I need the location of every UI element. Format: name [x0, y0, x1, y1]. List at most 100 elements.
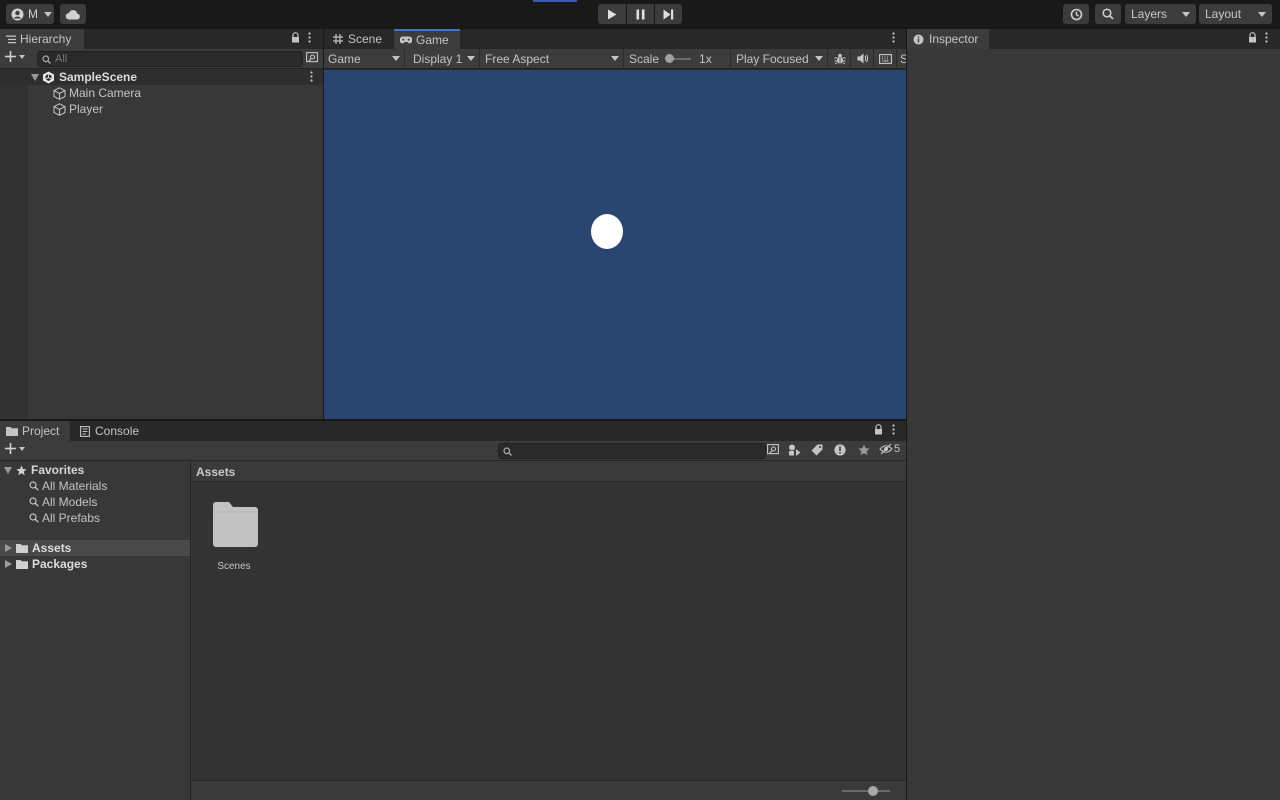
- aspect-dropdown[interactable]: Free Aspect: [481, 49, 624, 68]
- project-create-dropdown[interactable]: [5, 443, 25, 454]
- bug-icon: [834, 53, 846, 65]
- search-by-type-icon[interactable]: [788, 444, 801, 456]
- plus-icon: [5, 51, 16, 62]
- chevron-down-icon: [611, 56, 619, 61]
- truncated-toolbar-item[interactable]: S: [898, 49, 906, 68]
- lock-icon[interactable]: [291, 32, 300, 43]
- chevron-down-icon: [19, 446, 25, 451]
- truncated-label: S: [900, 51, 906, 66]
- inspector-tabbar: Inspector: [907, 29, 1280, 49]
- undo-history-button[interactable]: [1063, 4, 1089, 24]
- tab-scene-label: Scene: [348, 32, 383, 46]
- console-icon: [80, 425, 90, 437]
- game-mode-dropdown[interactable]: Game: [324, 49, 405, 68]
- scale-label: Scale: [629, 51, 660, 66]
- scale-slider-handle[interactable]: [665, 53, 675, 63]
- tab-inspector[interactable]: Inspector: [907, 29, 989, 49]
- layers-dropdown[interactable]: Layers: [1125, 4, 1196, 24]
- layout-dropdown[interactable]: Layout: [1199, 4, 1272, 24]
- assets-label: Assets: [32, 541, 72, 555]
- chevron-down-icon: [815, 56, 823, 61]
- list-item[interactable]: Main Camera: [0, 85, 323, 101]
- eye-slash-icon: [879, 443, 893, 455]
- kebab-menu-icon[interactable]: [892, 32, 895, 43]
- kebab-menu-icon[interactable]: [892, 424, 895, 435]
- search-icon: [1102, 8, 1114, 20]
- scale-slider[interactable]: [665, 53, 692, 64]
- scene-row[interactable]: SampleScene: [0, 69, 323, 85]
- favorites-row[interactable]: Favorites: [0, 462, 190, 478]
- search-icon: [29, 497, 39, 507]
- chevron-down-icon: [19, 54, 25, 59]
- tab-hierarchy[interactable]: Hierarchy: [0, 29, 84, 49]
- project-content: Assets Scenes: [192, 462, 906, 800]
- icon-size-slider-handle[interactable]: [868, 786, 878, 796]
- game-toolbar: Game Display 1 Free Aspect Scale 1x Play…: [324, 49, 906, 69]
- list-item[interactable]: All Models: [0, 494, 190, 510]
- display-dropdown[interactable]: Display 1: [406, 49, 480, 68]
- search-icon: [42, 54, 51, 64]
- tab-game[interactable]: Game: [394, 29, 460, 49]
- hierarchy-gutter: [0, 70, 28, 419]
- hierarchy-tabbar: Hierarchy: [0, 29, 323, 49]
- layers-label: Layers: [1131, 7, 1168, 21]
- project-panel: Project Console 5 Favorites All Material…: [0, 421, 906, 800]
- expand-arrow-icon[interactable]: [31, 73, 39, 81]
- star-icon[interactable]: [858, 444, 870, 456]
- scene-name: SampleScene: [59, 70, 138, 84]
- hidden-count: 5: [894, 443, 901, 455]
- list-item[interactable]: Player: [0, 101, 323, 117]
- expand-arrow-icon[interactable]: [4, 466, 12, 474]
- mute-audio-button[interactable]: [852, 49, 874, 68]
- pause-button[interactable]: [627, 4, 654, 24]
- folder-icon: [212, 502, 259, 548]
- assets-row[interactable]: Assets: [0, 540, 190, 556]
- search-icon: [29, 481, 39, 491]
- packages-row[interactable]: Packages: [0, 556, 190, 572]
- list-item[interactable]: All Prefabs: [0, 510, 190, 526]
- account-dropdown[interactable]: M: [6, 4, 54, 24]
- collapse-arrow-icon[interactable]: [5, 544, 12, 552]
- frame-debugger-button[interactable]: [829, 49, 851, 68]
- list-item[interactable]: All Materials: [0, 478, 190, 494]
- search-button[interactable]: [1095, 4, 1121, 24]
- project-folder-tree: Favorites All Materials All Models All P…: [0, 462, 191, 800]
- kebab-menu-icon[interactable]: [310, 71, 313, 82]
- favorite-item-label: All Prefabs: [42, 511, 101, 525]
- kebab-menu-icon[interactable]: [308, 32, 311, 43]
- tab-project[interactable]: Project: [0, 421, 70, 441]
- account-icon: [11, 8, 24, 21]
- search-icon: [503, 446, 512, 456]
- play-button[interactable]: [598, 4, 626, 24]
- hierarchy-item-label: Player: [69, 102, 104, 116]
- collapse-arrow-icon[interactable]: [5, 560, 12, 568]
- game-view[interactable]: [324, 70, 906, 419]
- lock-icon[interactable]: [1248, 32, 1257, 43]
- folder-item[interactable]: Scenes: [206, 502, 262, 577]
- cloud-button[interactable]: [60, 4, 86, 24]
- search-by-label-icon[interactable]: [811, 444, 823, 456]
- tab-scene[interactable]: Scene: [327, 29, 393, 49]
- breadcrumb-assets[interactable]: Assets: [196, 465, 235, 479]
- hierarchy-toolbar: All: [0, 49, 323, 69]
- list-icon: [6, 35, 16, 44]
- cloud-icon: [65, 9, 81, 20]
- folder-icon: [16, 543, 28, 553]
- play-focused-dropdown[interactable]: Play Focused: [732, 49, 828, 68]
- stats-button[interactable]: [875, 49, 897, 68]
- main-toolbar: M Layers Layout: [0, 0, 1280, 28]
- tab-console[interactable]: Console: [74, 421, 144, 441]
- project-search-input[interactable]: [498, 443, 766, 459]
- search-filter-icon[interactable]: [306, 52, 318, 64]
- step-button[interactable]: [655, 4, 682, 24]
- log-level-icon[interactable]: [834, 444, 846, 456]
- lock-icon[interactable]: [874, 424, 883, 435]
- search-filter-icon[interactable]: [767, 444, 779, 456]
- icon-size-slider-track[interactable]: [842, 790, 890, 792]
- kebab-menu-icon[interactable]: [1265, 32, 1268, 43]
- create-dropdown[interactable]: [5, 51, 25, 62]
- tab-project-label: Project: [22, 424, 60, 438]
- hierarchy-search-input[interactable]: All: [37, 51, 303, 67]
- hidden-packages-toggle[interactable]: 5: [879, 443, 900, 455]
- scale-value: 1x: [699, 51, 712, 66]
